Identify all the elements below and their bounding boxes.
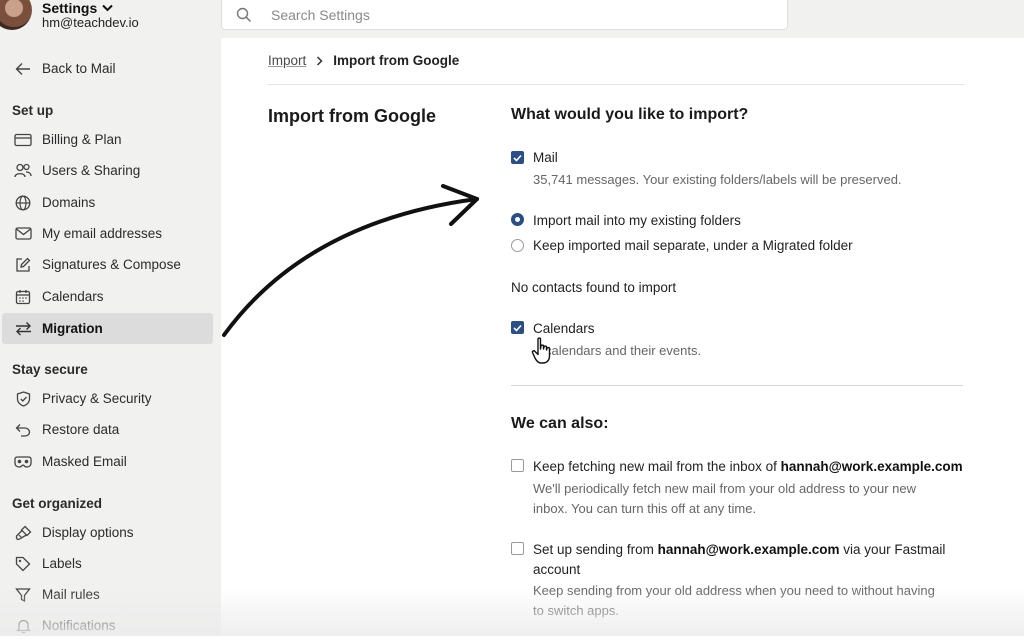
annotation-arrow-icon — [222, 184, 479, 337]
envelope-icon — [14, 225, 32, 243]
sidebar-item-label: Billing & Plan — [42, 132, 122, 147]
section-get-organized: Get organized — [12, 496, 103, 511]
undo-arrow-icon — [14, 421, 32, 439]
breadcrumb-import-link[interactable]: Import — [268, 53, 306, 68]
keep-fetching-email: hannah@work.example.com — [780, 459, 963, 474]
hand-pointer-cursor-icon — [531, 337, 551, 364]
contacts-note: No contacts found to import — [511, 280, 677, 295]
sidebar-item-label: Masked Email — [42, 454, 127, 469]
sidebar-item-label: Display options — [42, 525, 134, 540]
sidebar-item-email-addresses[interactable]: My email addresses — [2, 218, 213, 249]
sidebar-item-mail-rules[interactable]: Mail rules — [2, 579, 213, 610]
search-bar[interactable] — [221, 0, 788, 30]
keep-fetching-description-line2: inbox. You can turn this off at any time… — [533, 501, 757, 516]
checkmark-icon — [513, 324, 522, 332]
set-up-sending-email: hannah@work.example.com — [657, 542, 840, 557]
keep-separate-label[interactable]: Keep imported mail separate, under a Mig… — [533, 238, 853, 253]
swap-arrows-icon — [14, 320, 32, 338]
users-icon — [14, 162, 32, 180]
sidebar-item-label: Calendars — [42, 289, 104, 304]
keep-fetching-checkbox[interactable] — [511, 459, 524, 472]
sidebar-item-label: Signatures & Compose — [42, 257, 181, 272]
sidebar-item-migration[interactable]: Migration — [2, 313, 213, 344]
mail-checkbox[interactable] — [511, 151, 524, 164]
shield-check-icon — [14, 390, 32, 408]
pencil-square-icon — [14, 256, 32, 274]
divider — [511, 385, 963, 386]
checkmark-icon — [513, 154, 522, 162]
keep-fetching-label-text: Keep fetching new mail from the inbox of — [533, 459, 781, 474]
sidebar-item-label: My email addresses — [42, 226, 163, 241]
sidebar-item-signatures[interactable]: Signatures & Compose — [2, 249, 213, 280]
bell-icon — [14, 617, 32, 635]
sidebar-item-label: Privacy & Security — [42, 391, 152, 406]
back-to-mail-link[interactable]: Back to Mail — [2, 53, 213, 84]
account-title[interactable]: Settings — [42, 0, 113, 16]
sidebar-item-label: Migration — [42, 321, 103, 336]
search-icon — [236, 7, 252, 23]
sidebar-item-calendars[interactable]: Calendars — [2, 281, 213, 312]
back-to-mail-label: Back to Mail — [42, 61, 116, 76]
sidebar-item-domains[interactable]: Domains — [2, 187, 213, 218]
calendars-checkbox[interactable] — [511, 321, 524, 334]
filter-icon — [14, 586, 32, 604]
sidebar-item-label: Notifications — [42, 618, 116, 633]
section-set-up: Set up — [12, 103, 54, 118]
sidebar-item-users[interactable]: Users & Sharing — [2, 155, 213, 186]
account-email: hm@teachdev.io — [42, 15, 139, 30]
set-up-sending-label-suffix: via your Fastmail — [839, 542, 946, 557]
breadcrumb-current: Import from Google — [333, 53, 460, 68]
chevron-down-icon — [102, 4, 113, 12]
sidebar-item-label: Restore data — [42, 422, 120, 437]
brush-icon — [14, 524, 32, 542]
set-up-sending-label-line2[interactable]: account — [533, 562, 580, 577]
arrow-left-icon — [14, 60, 32, 78]
also-heading: We can also: — [511, 415, 609, 432]
sidebar-item-restore[interactable]: Restore data — [2, 414, 213, 445]
section-stay-secure: Stay secure — [12, 362, 88, 377]
sidebar-item-notifications[interactable]: Notifications — [2, 610, 213, 641]
calendar-icon — [14, 288, 32, 306]
sidebar: Settings hm@teachdev.io Back to Mail Set… — [0, 0, 221, 636]
mail-description: 35,741 messages. Your existing folders/l… — [533, 172, 902, 187]
mail-label[interactable]: Mail — [533, 150, 558, 165]
sidebar-item-labels[interactable]: Labels — [2, 548, 213, 579]
tag-icon — [14, 555, 32, 573]
account-title-text: Settings — [42, 0, 98, 16]
divider — [268, 84, 964, 85]
set-up-sending-description-line1: Keep sending from your old address when … — [533, 583, 935, 598]
sidebar-item-display-options[interactable]: Display options — [2, 517, 213, 548]
sidebar-item-label: Users & Sharing — [42, 163, 141, 178]
credit-card-icon — [14, 131, 32, 149]
sidebar-item-billing[interactable]: Billing & Plan — [2, 124, 213, 155]
globe-icon — [14, 194, 32, 212]
import-question-heading: What would you like to import? — [511, 106, 749, 123]
avatar[interactable] — [0, 0, 32, 30]
set-up-sending-label[interactable]: Set up sending from hannah@work.example.… — [533, 542, 945, 557]
set-up-sending-label-prefix: Set up sending from — [533, 542, 658, 557]
sidebar-item-label: Labels — [42, 556, 82, 571]
page-title: Import from Google — [268, 106, 436, 126]
calendars-label[interactable]: Calendars — [533, 321, 595, 336]
set-up-sending-checkbox[interactable] — [511, 542, 524, 555]
sidebar-item-masked-email[interactable]: Masked Email — [2, 446, 213, 477]
import-existing-folders-radio[interactable] — [511, 213, 524, 226]
breadcrumb: Import Import from Google — [268, 53, 459, 68]
search-input[interactable] — [269, 5, 753, 24]
chevron-right-icon — [316, 55, 323, 66]
set-up-sending-description-line2: to switch apps. — [533, 603, 619, 618]
import-existing-folders-label[interactable]: Import mail into my existing folders — [533, 213, 741, 228]
sidebar-item-label: Mail rules — [42, 587, 100, 602]
sidebar-item-label: Domains — [42, 195, 96, 210]
calendars-description: calendars and their events. — [545, 343, 702, 358]
keep-fetching-description-line1: We'll periodically fetch new mail from y… — [533, 481, 917, 496]
sidebar-item-privacy[interactable]: Privacy & Security — [2, 383, 213, 414]
keep-fetching-label[interactable]: Keep fetching new mail from the inbox of… — [533, 459, 963, 474]
mask-icon — [14, 453, 32, 471]
keep-separate-radio[interactable] — [511, 239, 524, 252]
